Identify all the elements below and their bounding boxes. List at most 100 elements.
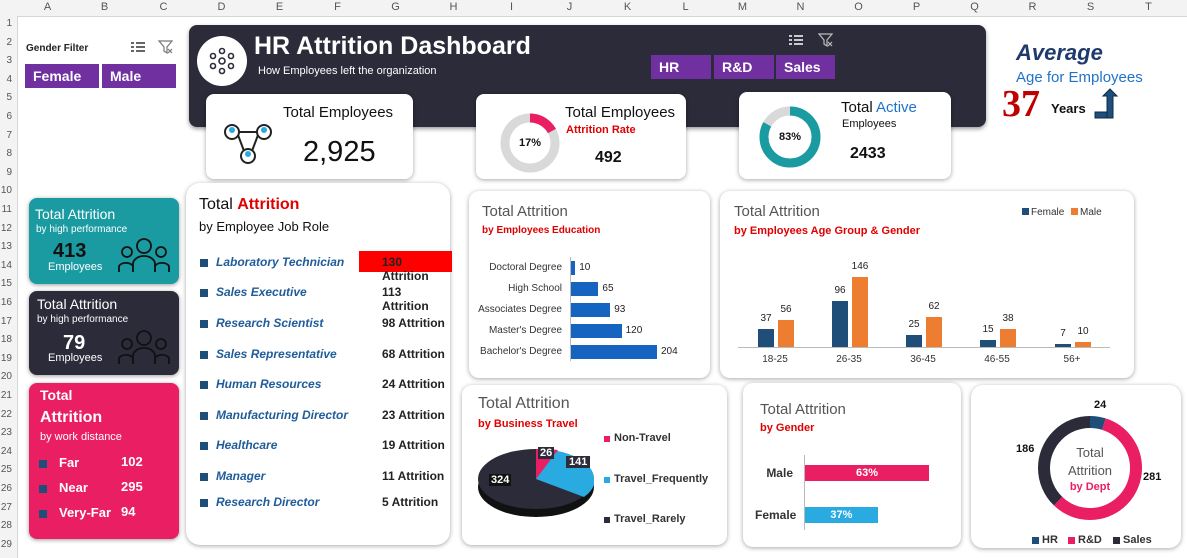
column-header-d[interactable]: D [193,1,250,13]
job-role-row[interactable]: Sales Executive 113 Attrition [200,284,450,313]
row-header-3[interactable]: 3 [0,55,12,66]
gender-title: Total Attrition [760,401,846,418]
row-header-16[interactable]: 16 [0,297,12,308]
gender-category-label: Male [766,466,793,480]
row-header-21[interactable]: 21 [0,390,12,401]
column-header-e[interactable]: E [251,1,308,13]
job-role-row[interactable]: Manager 11 Attrition [200,468,450,488]
row-header-25[interactable]: 25 [0,464,12,475]
age-category-label: 18-25 [762,354,788,365]
work-distance-item: Far 102 [39,453,179,475]
column-header-p[interactable]: P [888,1,945,13]
clear-filter-icon[interactable] [157,40,174,55]
column-header-k[interactable]: K [599,1,656,13]
row-header-10[interactable]: 10 [0,185,12,196]
job-role-row[interactable]: Manufacturing Director 23 Attrition [200,407,450,427]
row-header-27[interactable]: 27 [0,502,12,513]
bullet-icon [200,473,208,481]
row-header-24[interactable]: 24 [0,446,12,457]
age-female-value: 15 [982,323,994,335]
hp2-unit: Employees [48,352,103,364]
column-header-j[interactable]: J [541,1,598,13]
filter-female-button[interactable]: Female [25,64,99,88]
row-header-17[interactable]: 17 [0,316,12,327]
row-header-2[interactable]: 2 [0,37,12,48]
column-header-t[interactable]: T [1120,1,1177,13]
job-role-row[interactable]: Healthcare 19 Attrition [200,437,450,457]
column-header-f[interactable]: F [309,1,366,13]
kpi-attrition-value: 492 [595,149,622,166]
job-role-value: 24 Attrition [382,377,445,391]
legend-travel-rarely-swatch [604,517,610,523]
legend-travel-rarely-label: Travel_Rarely [614,513,686,525]
row-header-20[interactable]: 20 [0,371,12,382]
row-header-5[interactable]: 5 [0,92,12,103]
job-role-row[interactable]: Laboratory Technician 130 Attrition [200,254,450,283]
dept-rd-button[interactable]: R&D [714,55,774,79]
job-role-row[interactable]: Human Resources 24 Attrition [200,376,450,396]
dept-clear-filter-icon[interactable] [817,33,834,48]
row-header-29[interactable]: 29 [0,539,12,550]
row-header-26[interactable]: 26 [0,483,12,494]
row-header-13[interactable]: 13 [0,241,12,252]
legend-hr-label: HR [1042,534,1058,546]
active-percent: 83% [778,131,802,143]
multi-select-icon[interactable] [130,40,146,54]
job-role-subtitle: by Employee Job Role [199,219,330,234]
hp1-unit: Employees [48,261,103,273]
row-header-6[interactable]: 6 [0,111,12,122]
legend-hr-swatch [1032,537,1039,544]
education-bar [571,303,611,317]
job-role-row[interactable]: Sales Representative 68 Attrition [200,346,450,366]
row-header-22[interactable]: 22 [0,409,12,420]
column-header-i[interactable]: I [483,1,540,13]
row-header-14[interactable]: 14 [0,260,12,271]
job-role-row[interactable]: Research Scientist 98 Attrition [200,315,450,335]
dept-hr-button[interactable]: HR [651,55,711,79]
column-header-b[interactable]: B [76,1,133,13]
row-header-9[interactable]: 9 [0,167,12,178]
work-distance-value: 295 [121,479,143,494]
row-header-15[interactable]: 15 [0,278,12,289]
column-header-l[interactable]: L [657,1,714,13]
column-header-a[interactable]: A [19,1,76,13]
column-header-n[interactable]: N [772,1,829,13]
column-header-q[interactable]: Q [946,1,1003,13]
age-female-value: 25 [908,319,920,330]
column-header-s[interactable]: S [1062,1,1119,13]
education-category-label: High School [508,283,562,294]
dept-multi-select-icon[interactable] [788,33,804,47]
dept-center-c: by Dept [1069,481,1111,493]
hp1-subtitle: by high performance [36,224,128,235]
row-header-1[interactable]: 1 [0,18,12,29]
filter-male-button[interactable]: Male [102,64,176,88]
column-header-o[interactable]: O [830,1,887,13]
kpi-attrition-subtitle: Attrition Rate [566,124,636,136]
row-header-18[interactable]: 18 [0,334,12,345]
row-header-23[interactable]: 23 [0,427,12,438]
job-role-value: 113 Attrition [382,285,429,313]
column-header-c[interactable]: C [135,1,192,13]
age-category-label: 26-35 [836,354,862,365]
team-icon-2 [117,328,171,366]
kpi-active-title: Total Active [841,99,917,116]
row-header-4[interactable]: 4 [0,74,12,85]
row-header-7[interactable]: 7 [0,130,12,141]
dept-sales-button[interactable]: Sales [776,55,835,79]
column-header-h[interactable]: H [425,1,482,13]
education-value-label: 93 [614,304,626,315]
column-header-m[interactable]: M [714,1,771,13]
logo [197,36,247,86]
job-role-row[interactable]: Research Director 5 Attrition [200,494,450,514]
row-header-11[interactable]: 11 [0,204,12,215]
row-header-19[interactable]: 19 [0,353,12,364]
age-category-label: 46-55 [984,354,1010,365]
row-header-28[interactable]: 28 [0,520,12,531]
column-header-r[interactable]: R [1004,1,1061,13]
row-header-12[interactable]: 12 [0,223,12,234]
education-category-label: Master's Degree [488,325,562,336]
work-distance-item: Near 295 [39,478,179,500]
row-header-8[interactable]: 8 [0,148,12,159]
column-header-g[interactable]: G [367,1,424,13]
age-female-value: 96 [834,284,846,296]
